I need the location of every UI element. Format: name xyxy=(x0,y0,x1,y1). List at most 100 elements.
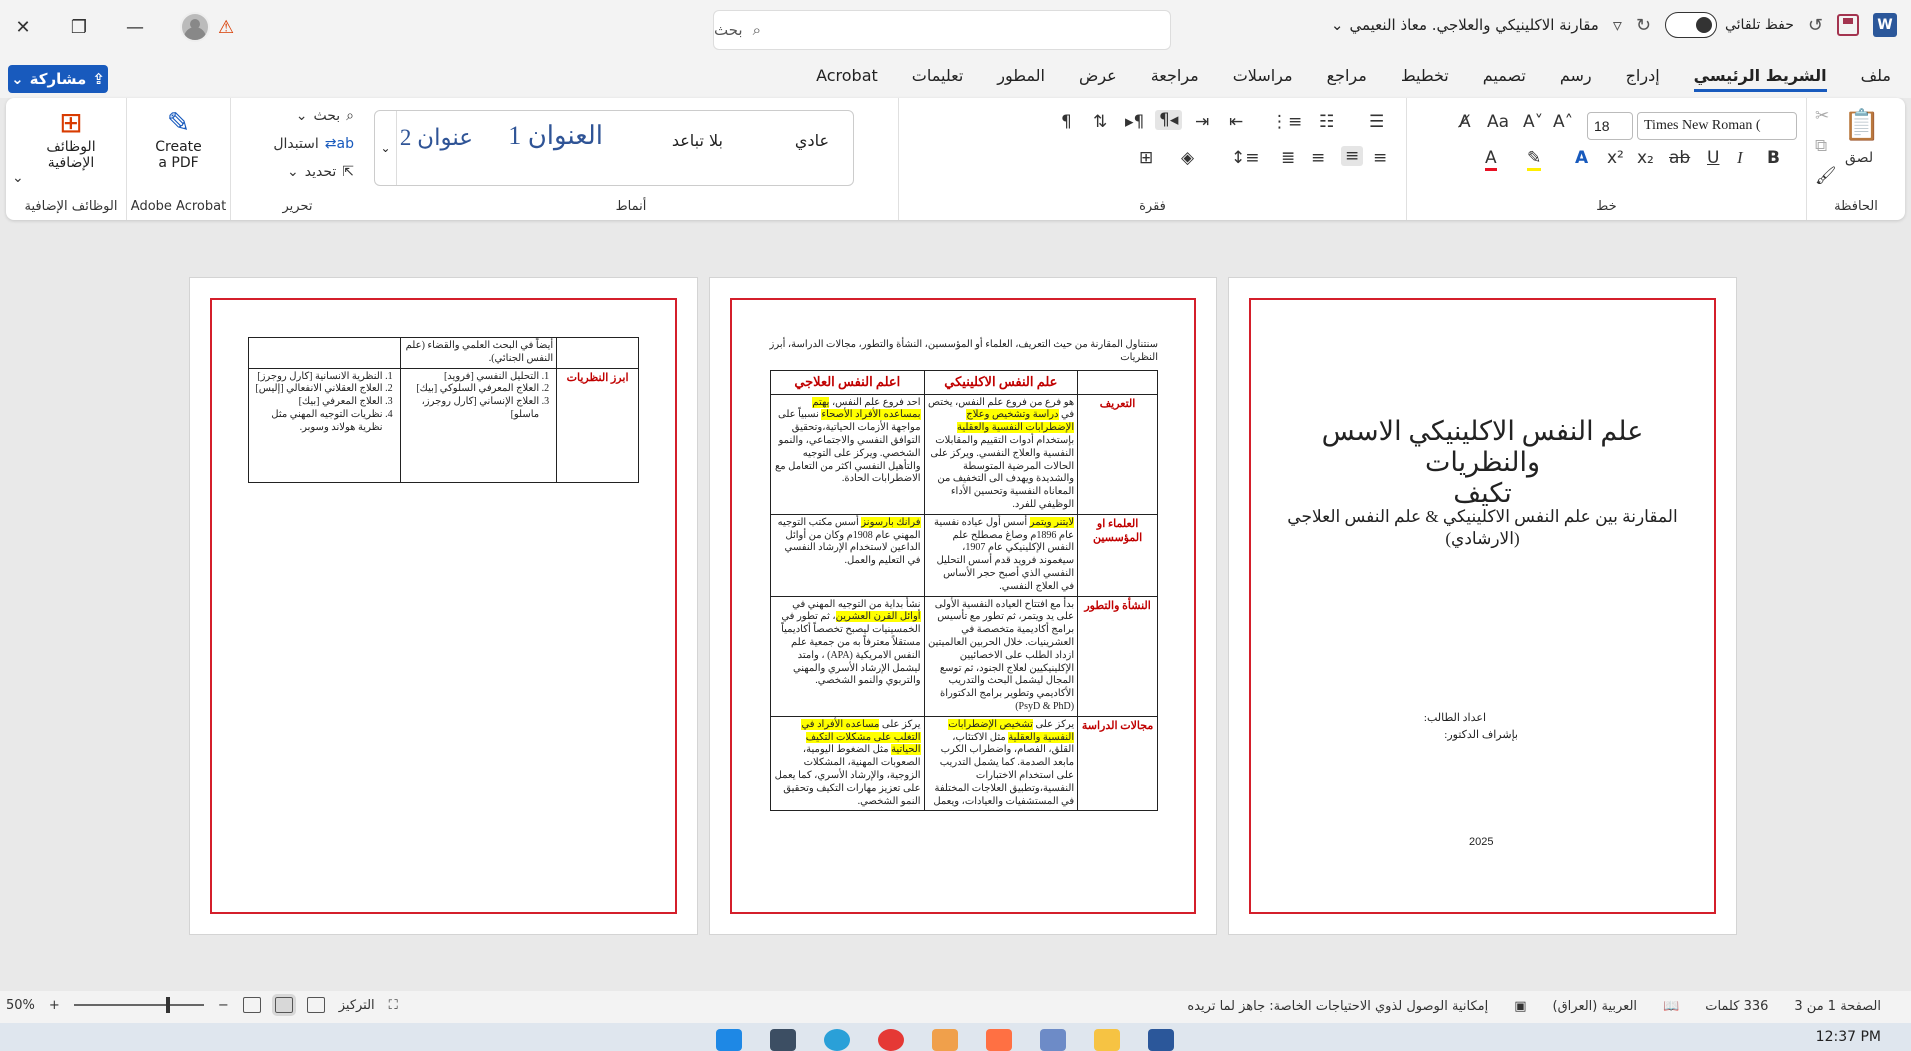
paste-icon[interactable]: 📋 xyxy=(1843,108,1880,143)
tab-2[interactable]: إدراج xyxy=(1626,66,1660,92)
style-heading-2[interactable]: عنوان 2 xyxy=(400,125,473,151)
numbering-icon[interactable]: ☷ xyxy=(1319,112,1334,132)
decrease-indent-icon[interactable]: ⇤ xyxy=(1229,112,1243,132)
replace-button[interactable]: ab⇄ استبدال xyxy=(273,136,354,152)
toggle-switch[interactable] xyxy=(1664,12,1717,38)
save-icon[interactable] xyxy=(1837,14,1859,36)
edge-icon[interactable] xyxy=(824,1029,850,1051)
document-title[interactable]: مقارنة الاكلينيكي والعلاجي. معاذ النعيمي… xyxy=(1331,16,1599,34)
zoom-in-icon[interactable]: + xyxy=(49,998,60,1013)
word-count[interactable]: 336 كلمات xyxy=(1705,999,1768,1014)
page-1[interactable]: علم النفس الاكلينيكي الاسس والنظريات تكي… xyxy=(1228,277,1737,935)
select-button[interactable]: ⇱ تحديد ⌄ xyxy=(287,164,354,180)
avatar[interactable] xyxy=(180,12,210,42)
borders-icon[interactable]: ⊞ xyxy=(1139,148,1153,168)
bold-button[interactable]: B xyxy=(1767,148,1780,168)
font-size-select[interactable]: 18 xyxy=(1587,112,1633,140)
undo-icon[interactable]: ↺ xyxy=(1808,15,1823,36)
focus-icon[interactable]: ⛶ xyxy=(389,998,398,1013)
align-left-icon[interactable]: ≡ xyxy=(1311,148,1325,168)
style-no-spacing[interactable]: بلا تباعد xyxy=(672,131,723,150)
app-icon[interactable] xyxy=(1040,1029,1066,1051)
tab-8[interactable]: مراجعة xyxy=(1151,66,1199,92)
focus-label[interactable]: التركيز xyxy=(339,998,375,1013)
grow-font-icon[interactable]: A˄ xyxy=(1553,112,1573,132)
customize-icon[interactable]: ▿ xyxy=(1613,15,1622,36)
multilevel-list-icon[interactable]: ⋮≡ xyxy=(1271,112,1302,132)
bullets-icon[interactable]: ☰ xyxy=(1369,112,1384,132)
close-icon[interactable]: ✕ xyxy=(12,16,34,38)
redo-icon[interactable]: ↻ xyxy=(1636,15,1651,36)
increase-indent-icon[interactable]: ⇥ xyxy=(1195,112,1209,132)
app-icon[interactable] xyxy=(986,1029,1012,1051)
clear-formatting-icon[interactable]: A̸ xyxy=(1459,112,1471,132)
rtl-direction-icon[interactable]: ¶◂ xyxy=(1155,110,1183,130)
restore-icon[interactable]: ❐ xyxy=(68,16,90,38)
page-3[interactable]: أيضاً في البحث العلمي والقضاء (علم النفس… xyxy=(189,277,698,935)
superscript-button[interactable]: x² xyxy=(1607,148,1624,168)
shading-icon[interactable]: ◈ xyxy=(1181,148,1194,168)
accessibility-status[interactable]: إمكانية الوصول لذوي الاحتياجات الخاصة: ج… xyxy=(1187,999,1488,1014)
tab-12[interactable]: Acrobat xyxy=(816,66,878,92)
page-count[interactable]: الصفحة 1 من 3 xyxy=(1794,999,1881,1014)
tab-4[interactable]: تصميم xyxy=(1483,66,1526,92)
line-spacing-icon[interactable]: ↕≡ xyxy=(1231,148,1260,168)
font-color-icon[interactable]: A xyxy=(1485,148,1497,171)
tab-9[interactable]: عرض xyxy=(1079,66,1117,92)
minimize-icon[interactable]: — xyxy=(124,16,146,38)
highlight-color-icon[interactable]: ✎ xyxy=(1527,148,1542,171)
font-name-select[interactable]: Times New Roman ( xyxy=(1637,112,1797,140)
share-button[interactable]: ⌄ مشاركة ⇪ xyxy=(8,65,108,93)
tab-3[interactable]: رسم xyxy=(1560,66,1592,92)
warning-icon[interactable]: ⚠ xyxy=(218,17,234,38)
show-marks-icon[interactable]: ¶ xyxy=(1061,112,1072,132)
addins-button[interactable]: ⊞ الوظائف الإضافية xyxy=(16,106,126,171)
tab-5[interactable]: تخطيط xyxy=(1401,66,1449,92)
language-indicator[interactable]: العربية (العراق) xyxy=(1553,999,1638,1014)
file-explorer-icon[interactable] xyxy=(1094,1029,1120,1051)
task-view-icon[interactable] xyxy=(770,1029,796,1051)
change-case-button[interactable]: Aa xyxy=(1487,112,1509,132)
ribbon-collapse-icon[interactable]: ⌄ xyxy=(12,170,24,186)
text-effects-icon[interactable]: A xyxy=(1575,148,1588,168)
web-layout-icon[interactable] xyxy=(242,997,261,1013)
read-mode-icon[interactable] xyxy=(306,997,325,1013)
page-2[interactable]: سنتناول المقارنة من حيث التعريف، العلماء… xyxy=(709,277,1217,935)
find-button[interactable]: ⌕ بحث ⌄ xyxy=(296,108,354,124)
shrink-font-icon[interactable]: A˅ xyxy=(1523,112,1543,132)
tab-0[interactable]: ملف xyxy=(1861,66,1891,92)
format-painter-icon[interactable]: 🖌 xyxy=(1815,166,1837,186)
tab-1[interactable]: الشريط الرئيسي xyxy=(1693,66,1827,92)
ltr-direction-icon[interactable]: ▸¶ xyxy=(1125,112,1144,132)
create-pdf-button[interactable]: ✎ Create a PDF xyxy=(127,106,230,171)
tab-10[interactable]: المطور xyxy=(997,66,1045,92)
styles-gallery[interactable]: عادي بلا تباعد العنوان 1 عنوان 2 ⌄ xyxy=(374,110,854,186)
align-center-icon[interactable]: ≡ xyxy=(1341,146,1364,166)
zoom-level[interactable]: 50% xyxy=(6,998,35,1013)
search-input[interactable]: ⌕ بحث xyxy=(713,10,1171,50)
zoom-slider[interactable] xyxy=(73,997,204,1013)
zoom-out-icon[interactable]: − xyxy=(218,998,229,1013)
justify-icon[interactable]: ≣ xyxy=(1281,148,1295,168)
proofing-icon[interactable]: 📖 xyxy=(1663,999,1679,1014)
start-icon[interactable] xyxy=(716,1029,742,1051)
tab-11[interactable]: تعليمات xyxy=(912,66,963,92)
italic-button[interactable]: I xyxy=(1737,148,1743,168)
style-normal[interactable]: عادي xyxy=(795,131,829,150)
cut-icon[interactable]: ✂ xyxy=(1815,106,1829,126)
macro-icon[interactable]: ▣ xyxy=(1514,999,1526,1014)
align-right-icon[interactable]: ≡ xyxy=(1373,148,1387,168)
style-heading-1[interactable]: العنوان 1 xyxy=(508,121,603,151)
app-icon[interactable] xyxy=(932,1029,958,1051)
subscript-button[interactable]: x₂ xyxy=(1637,148,1654,168)
tab-7[interactable]: مراسلات xyxy=(1233,66,1293,92)
underline-button[interactable]: U xyxy=(1707,148,1719,168)
chrome-icon[interactable] xyxy=(878,1029,904,1051)
autosave-toggle[interactable]: حفظ تلقائي xyxy=(1664,12,1794,38)
tab-6[interactable]: مراجع xyxy=(1327,66,1367,92)
print-layout-icon[interactable] xyxy=(271,994,296,1016)
paste-label[interactable]: لصق xyxy=(1845,150,1873,166)
word-taskbar-icon[interactable] xyxy=(1148,1029,1174,1051)
sort-icon[interactable]: ⇅ xyxy=(1093,112,1107,132)
styles-more-button[interactable]: ⌄ xyxy=(375,111,397,185)
